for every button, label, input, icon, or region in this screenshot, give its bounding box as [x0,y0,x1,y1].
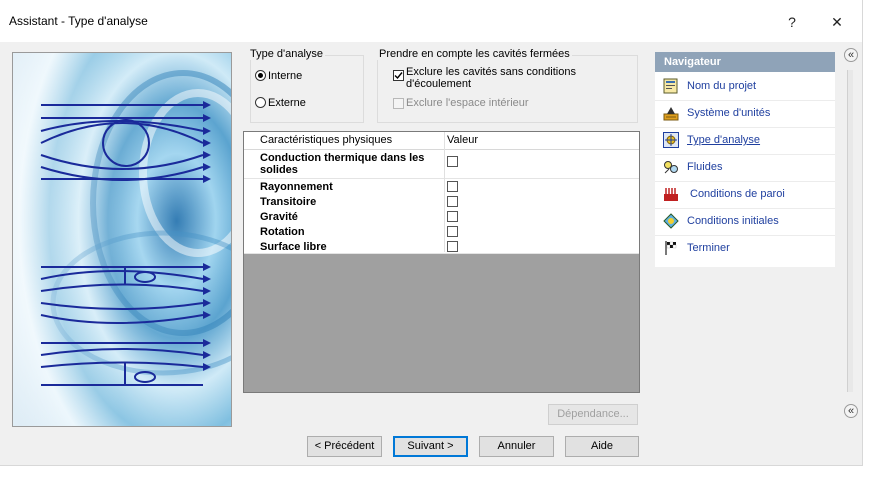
analysis-type-icon [663,132,679,148]
row-checkbox[interactable] [447,181,458,192]
radio-external[interactable] [255,97,266,108]
cavities-group-label: Prendre en compte les cavités fermées [377,48,572,60]
row-label-line2: solides [260,164,298,176]
physics-table: Caractéristiques physiques Valeur Conduc… [243,131,640,393]
navigator-panel: Navigateur Nom du projet Système d'unité… [655,52,835,267]
radio-external-label[interactable]: Externe [268,97,306,109]
nav-label: Conditions de paroi [690,188,785,200]
finish-flag-icon [665,241,677,255]
nav-label: Fluides [687,161,723,173]
navigator-scrollbar[interactable] [847,70,853,392]
row-checkbox[interactable] [447,241,458,252]
nav-label: Nom du projet [687,80,757,92]
row-label: Rayonnement [260,181,333,193]
fluids-icon [664,161,678,174]
next-button[interactable]: Suivant > [393,436,468,457]
exclude-cavities-label-line2[interactable]: d'écoulement [406,78,471,90]
column-header-name: Caractéristiques physiques [260,134,393,146]
dependance-button: Dépendance... [548,404,638,425]
navigator-title: Navigateur [655,52,835,72]
row-label: Rotation [260,226,305,238]
cancel-button[interactable]: Annuler [479,436,554,457]
row-label: Gravité [260,211,298,223]
help-icon[interactable]: ? [770,8,814,36]
row-checkbox[interactable] [447,211,458,222]
nav-item-finish[interactable]: Terminer [655,235,835,262]
row-label: Surface libre [260,241,327,253]
flow-illustration [12,52,232,427]
close-icon[interactable]: ✕ [815,8,859,36]
table-row[interactable]: Rayonnement [244,179,639,195]
table-row[interactable]: Transitoire [244,194,639,210]
table-row[interactable]: Rotation [244,224,639,240]
table-header: Caractéristiques physiques Valeur [244,132,639,150]
flow-diagram-image [13,53,231,426]
table-row[interactable]: Gravité [244,209,639,225]
radio-internal-label[interactable]: Interne [268,70,302,82]
nav-item-initial-conditions[interactable]: Conditions initiales [655,208,835,236]
nav-item-unit-system[interactable]: Système d'unités [655,100,835,128]
row-label: Conduction thermique dans les [260,152,425,164]
collapse-navigator-icon[interactable]: « [844,48,858,62]
unit-system-icon [663,107,679,121]
title-bar: Assistant - Type d'analyse ? ✕ [0,0,862,42]
nav-label: Système d'unités [687,107,771,119]
checkmark-icon [394,72,403,80]
project-name-icon [663,78,678,94]
initial-conditions-icon [663,213,679,229]
column-header-value: Valeur [447,134,478,146]
exclude-interior-label: Exclure l'espace intérieur [406,97,529,109]
radio-internal[interactable] [255,70,266,81]
exclude-cavities-checkbox[interactable] [393,70,404,81]
analysis-type-group [250,55,364,123]
row-label: Transitoire [260,196,317,208]
nav-label: Terminer [687,242,730,254]
nav-item-wall-conditions[interactable]: Conditions de paroi [655,181,835,209]
table-row[interactable]: Surface libre [244,239,639,254]
nav-item-project-name[interactable]: Nom du projet [655,73,835,101]
exclude-interior-checkbox [393,98,404,109]
row-checkbox[interactable] [447,156,458,167]
nav-item-analysis-type[interactable]: Type d'analyse [655,127,835,155]
nav-label: Conditions initiales [687,215,779,227]
expand-navigator-icon[interactable]: « [844,404,858,418]
wizard-window: Assistant - Type d'analyse ? ✕ Type d'an… [0,0,863,466]
row-checkbox[interactable] [447,196,458,207]
analysis-type-group-label: Type d'analyse [248,48,326,60]
help-button[interactable]: Aide [565,436,639,457]
previous-button[interactable]: < Précédent [307,436,382,457]
wall-conditions-icon [664,188,678,201]
row-checkbox[interactable] [447,226,458,237]
nav-label: Type d'analyse [687,134,761,146]
table-row[interactable]: Conduction thermique dans les solides [244,150,639,179]
nav-item-fluids[interactable]: Fluides [655,154,835,182]
window-title: Assistant - Type d'analyse [9,14,148,28]
exclude-cavities-label-line1[interactable]: Exclure les cavités sans conditions [406,66,576,78]
column-divider [444,132,445,252]
